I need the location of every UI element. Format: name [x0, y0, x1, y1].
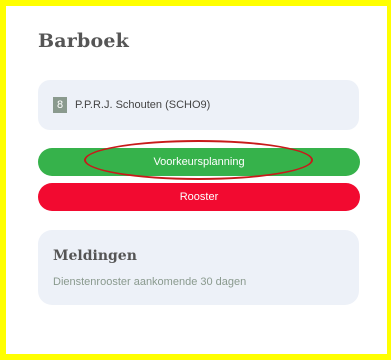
roster-button[interactable]: Rooster — [38, 183, 360, 211]
user-card: 8 P.P.R.J. Schouten (SCHO9) — [38, 80, 359, 130]
app-title: Barboek — [38, 30, 129, 52]
highlight-frame — [0, 0, 391, 360]
preference-planning-button[interactable]: Voorkeursplanning — [38, 148, 360, 176]
notifications-subtitle: Dienstenrooster aankomende 30 dagen — [53, 276, 247, 288]
user-number-badge: 8 — [53, 97, 67, 113]
notifications-title: Meldingen — [53, 248, 137, 264]
notifications-card[interactable]: Meldingen Dienstenrooster aankomende 30 … — [38, 230, 359, 305]
user-name: P.P.R.J. Schouten (SCHO9) — [75, 99, 211, 111]
